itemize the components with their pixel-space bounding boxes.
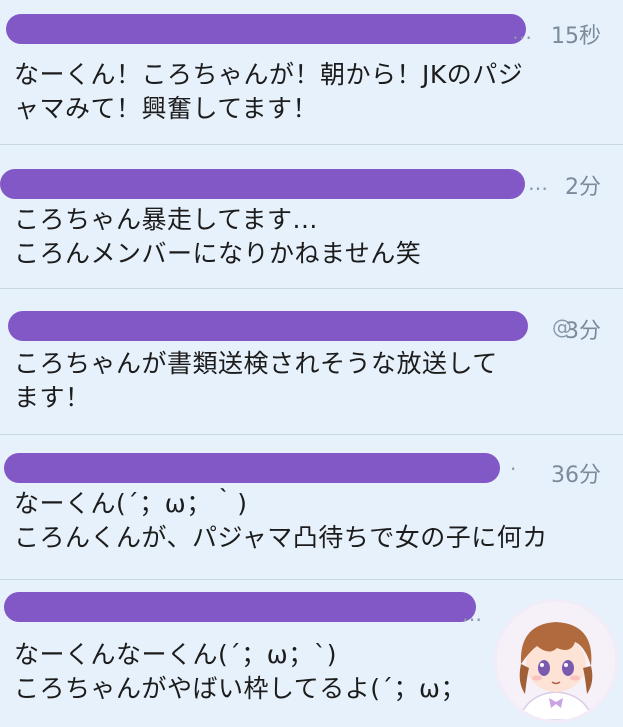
tweet-timestamp: 3分: [565, 319, 601, 344]
avatar-icon: [497, 602, 615, 720]
tweet-item[interactable]: · 36分 なーくん(´；ω；｀) ころんくんが、パジャマ凸待ちで女の子に何カ: [0, 435, 623, 580]
tweet-timestamp: 36分: [551, 463, 601, 488]
header-ellipsis: …: [528, 171, 549, 195]
redacted-username: [8, 311, 528, 341]
tweet-text: ころちゃんが書類送検されそうな放送して ます！: [14, 349, 498, 412]
tweet-header: · 36分: [0, 435, 623, 488]
tweet-text: なーくんなーくん(´；ω；`) ころちゃんがやばい枠してるよ(´；ω；: [14, 640, 466, 703]
tweet-feed: … 15秒 なーくん！ころちゃんが！朝から！JKのパジ ャマみて！興奮してます！…: [0, 0, 623, 727]
header-ellipsis: …: [462, 602, 483, 626]
anime-character-avatar[interactable]: [497, 602, 615, 720]
redacted-username: [4, 453, 500, 483]
tweet-text: なーくん(´；ω；｀) ころんくんが、パジャマ凸待ちで女の子に何カ: [14, 489, 548, 552]
redacted-username: [4, 592, 476, 622]
redacted-username: [0, 169, 525, 199]
tweet-header: … 15秒: [0, 0, 623, 49]
header-dot: ·: [510, 457, 518, 481]
tweet-item[interactable]: @ 3分 ころちゃんが書類送検されそうな放送して ます！: [0, 289, 623, 435]
tweet-timestamp: 15秒: [551, 24, 601, 49]
redacted-username: [6, 14, 526, 44]
tweet-timestamp: 2分: [565, 175, 601, 200]
tweet-header: @ 3分: [0, 289, 623, 344]
tweet-text: ころちゃん暴走してます... ころんメンバーになりかねません笑: [14, 205, 422, 268]
tweet-text: なーくん！ころちゃんが！朝から！JKのパジ ャマみて！興奮してます！: [14, 60, 524, 123]
header-ellipsis: …: [512, 20, 533, 44]
tweet-item[interactable]: … 2分 ころちゃん暴走してます... ころんメンバーになりかねません笑: [0, 145, 623, 289]
tweet-header: … 2分: [0, 145, 623, 200]
tweet-item[interactable]: … 15秒 なーくん！ころちゃんが！朝から！JKのパジ ャマみて！興奮してます！: [0, 0, 623, 145]
